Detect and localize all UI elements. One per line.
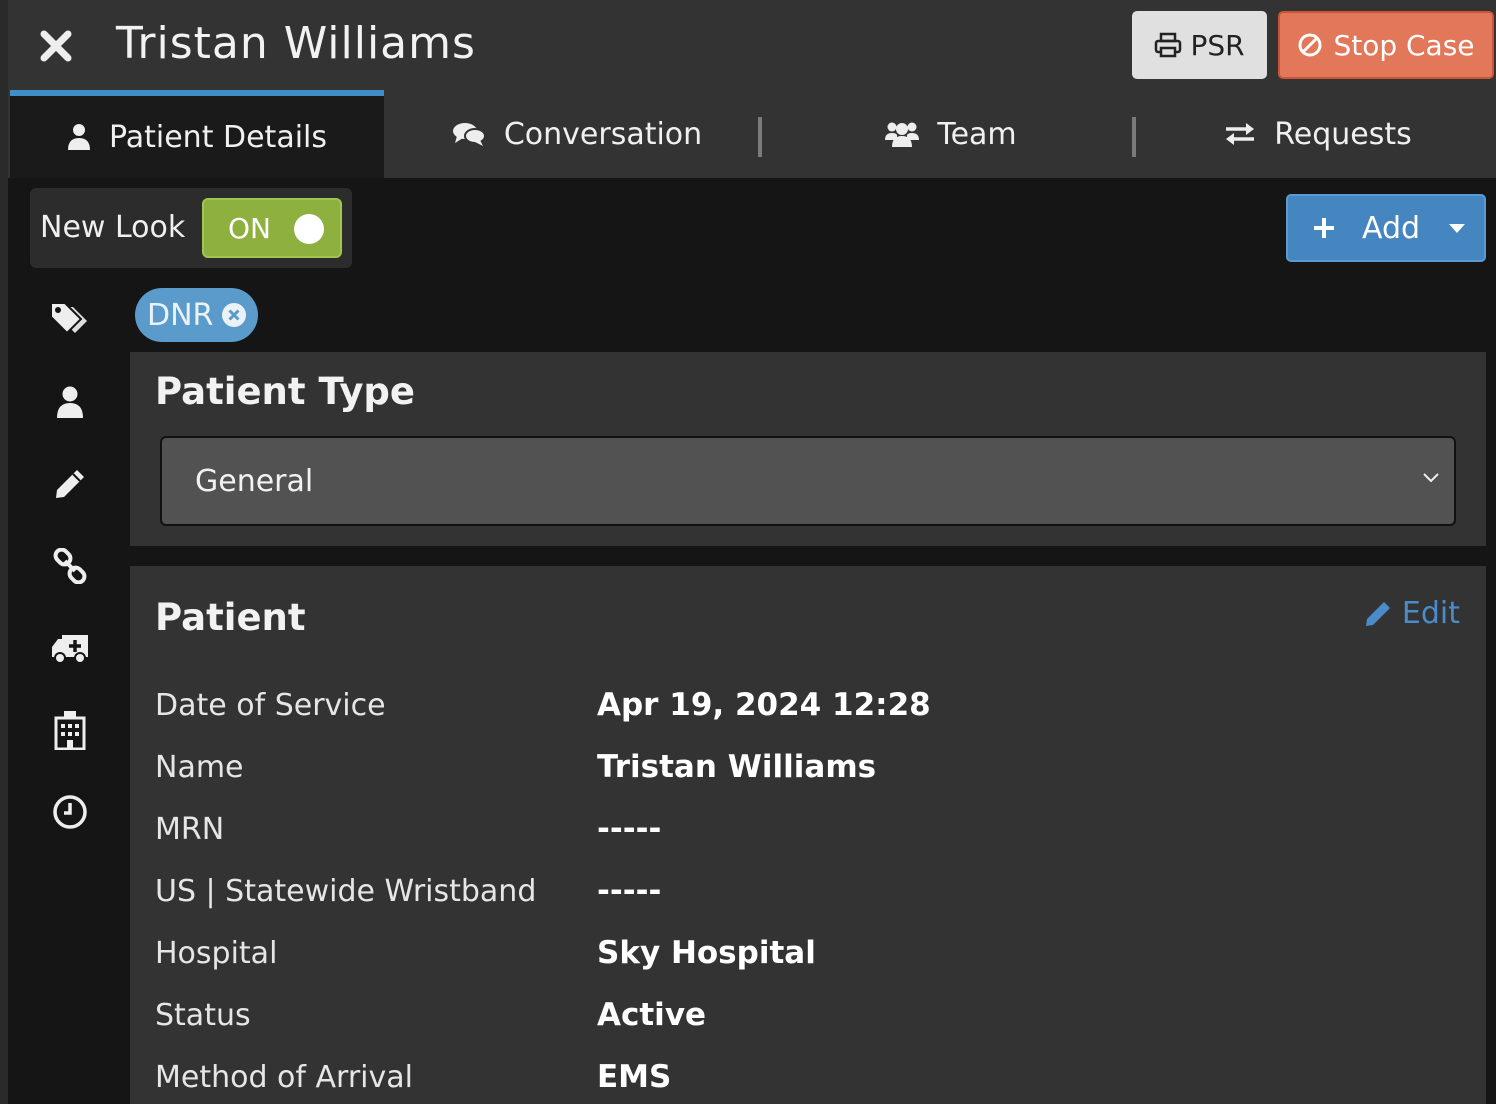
remove-tag-icon[interactable] [221,302,247,328]
user-icon[interactable] [48,380,92,424]
new-look-toggle-group: New Look ON [30,188,352,268]
toggle-knob [294,214,324,244]
edit-patient-link[interactable]: Edit [1364,596,1460,631]
new-look-toggle[interactable]: ON [202,198,342,258]
field-value: Sky Hospital [597,935,816,971]
tab-divider [758,117,762,157]
field-value: ----- [597,811,662,847]
ban-icon [1298,33,1322,57]
field-label: Hospital [155,936,278,971]
user-icon [68,124,90,150]
stop-case-button[interactable]: Stop Case [1278,11,1494,79]
chevron-down-icon [1423,473,1439,483]
patient-type-select[interactable]: General [160,436,1456,526]
edit-label: Edit [1401,596,1460,631]
clock-icon[interactable] [48,790,92,834]
add-dropdown-button[interactable]: Add [1286,194,1486,262]
patient-panel: Patient Edit Date of Service Apr 19, 202… [130,566,1486,1104]
pencil-icon [1365,601,1390,626]
add-label: Add [1362,210,1421,246]
window-edge [0,0,8,1104]
close-icon[interactable] [38,28,74,64]
patient-type-title: Patient Type [155,370,416,413]
tab-requests[interactable]: Requests [1140,90,1496,178]
stop-case-label: Stop Case [1333,28,1475,62]
psr-button[interactable]: PSR [1132,11,1267,79]
tab-label: Patient Details [109,119,327,155]
tags-icon[interactable] [48,298,92,342]
patient-title: Patient [155,596,306,639]
field-label: Date of Service [155,688,386,723]
tab-label: Conversation [503,116,703,152]
field-label: MRN [155,812,225,847]
tab-label: Team [937,116,1017,152]
field-label: Name [155,750,244,785]
toggle-state-label: ON [228,212,271,245]
tab-conversation[interactable]: Conversation [392,90,762,178]
case-header: Tristan Williams PSR Stop Case [8,0,1496,90]
hospital-icon[interactable] [48,708,92,752]
page-title: Tristan Williams [116,18,476,69]
field-value: Apr 19, 2024 12:28 [597,687,931,723]
link-icon[interactable] [48,544,92,588]
exchange-icon [1226,123,1255,145]
field-value: Active [597,997,707,1033]
caret-down-icon [1449,224,1466,233]
tab-label: Requests [1274,116,1412,152]
tab-patient-details[interactable]: Patient Details [10,90,384,178]
ambulance-icon[interactable] [48,626,92,670]
new-look-label: New Look [40,210,186,245]
field-value: EMS [597,1059,672,1095]
plus-icon [1314,218,1334,238]
field-value: ----- [597,873,662,909]
tab-team[interactable]: Team [766,90,1136,178]
field-label: Status [155,998,251,1033]
field-value: Tristan Williams [597,749,877,785]
dnr-tag: DNR [135,288,258,342]
pencil-icon[interactable] [48,462,92,506]
tab-bar: Patient Details Conversation Team Reques… [8,90,1496,178]
patient-type-panel: Patient Type General [130,352,1486,546]
tag-label: DNR [147,297,214,333]
printer-icon [1155,32,1182,58]
comments-icon [452,123,486,146]
tab-divider [1132,117,1136,157]
field-label: US | Statewide Wristband [155,874,537,909]
patient-type-value: General [195,464,314,499]
field-label: Method of Arrival [155,1060,413,1095]
users-icon [885,122,920,147]
psr-label: PSR [1190,28,1245,62]
